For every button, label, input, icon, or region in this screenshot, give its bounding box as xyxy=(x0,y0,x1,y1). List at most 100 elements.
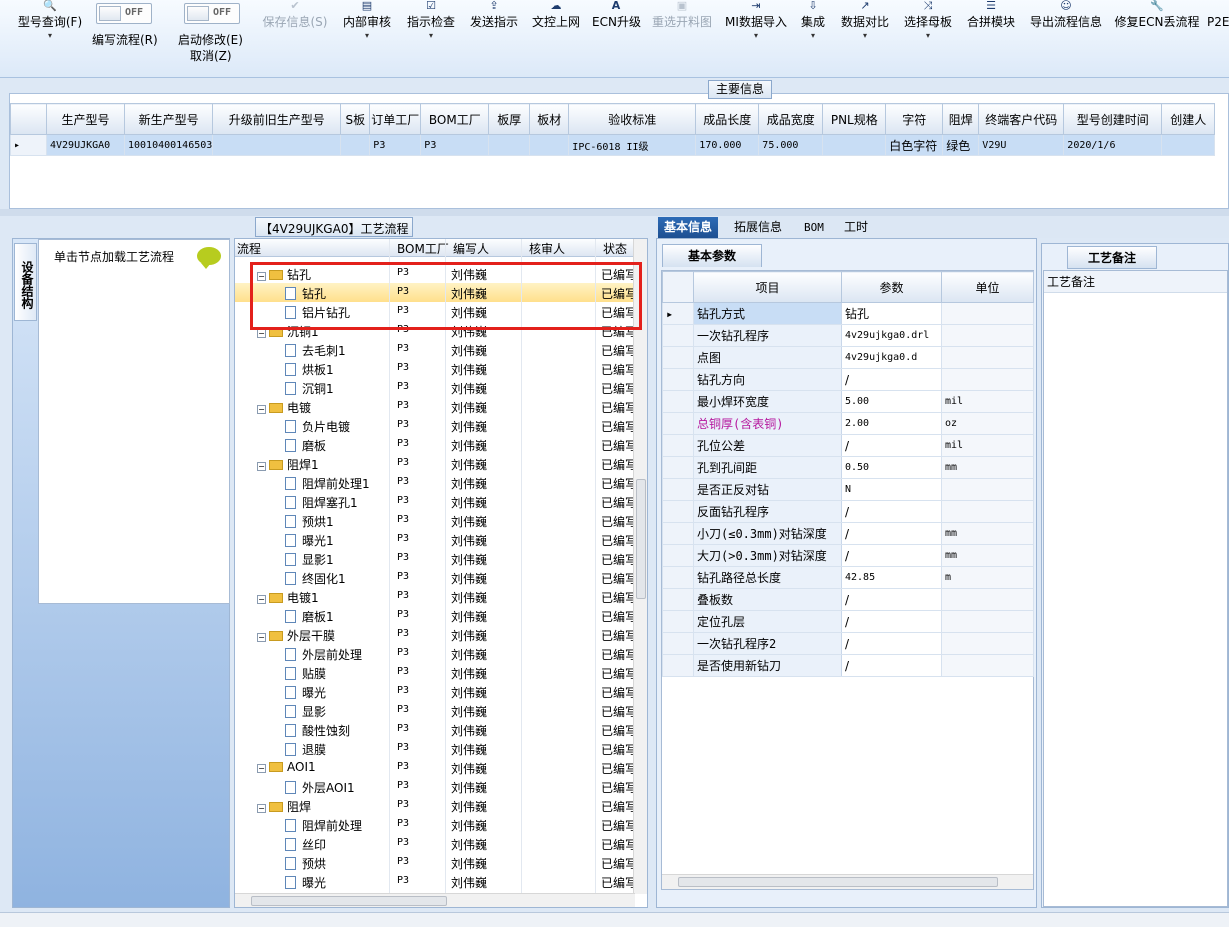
instruction-check-button[interactable]: ☑ 指示检查 ▾ xyxy=(404,0,458,64)
param-value[interactable]: / xyxy=(841,368,942,391)
main-col-header[interactable]: 订单工厂 xyxy=(369,103,422,135)
main-col-header[interactable]: 创建人 xyxy=(1161,103,1216,135)
param-row[interactable]: 点图 4v29ujkga0.d xyxy=(662,346,1034,369)
param-value[interactable]: 5.00 xyxy=(841,390,942,413)
remarks-box[interactable]: 工艺备注 xyxy=(1043,270,1228,907)
collapse-icon[interactable]: − xyxy=(257,595,266,604)
export-flow-button[interactable]: ☺ 导出流程信息 xyxy=(1028,0,1104,64)
param-row[interactable]: 定位孔层 / xyxy=(662,610,1034,633)
flow-tree-row[interactable]: 显影 P3 刘伟巍 已编写 xyxy=(235,701,635,720)
cancel-button[interactable]: 取消(Z) xyxy=(190,47,232,64)
flow-tree-row[interactable]: − 外层干膜 P3 刘伟巍 已编写 xyxy=(235,625,635,644)
main-info-row[interactable]: ▸ 4V29UJKGA0 10010400146503 P3 P3 IPC-6018 II… xyxy=(10,134,1216,156)
param-value[interactable]: N xyxy=(841,478,942,501)
main-col-header[interactable]: 升级前旧生产型号 xyxy=(212,103,342,135)
collapse-icon[interactable]: − xyxy=(257,329,266,338)
param-row[interactable]: 孔位公差 / mil xyxy=(662,434,1034,457)
param-value[interactable]: / xyxy=(841,434,942,457)
collapse-icon[interactable]: − xyxy=(257,462,266,471)
select-master-button[interactable]: ⤨ 选择母板 ▾ xyxy=(901,0,955,64)
flow-tree-hscroll[interactable] xyxy=(235,893,635,907)
main-col-header[interactable]: 板材 xyxy=(529,103,570,135)
main-col-header[interactable]: 成品宽度 xyxy=(758,103,824,135)
param-value[interactable]: / xyxy=(841,544,942,567)
flow-tree-row[interactable]: 曝光1 P3 刘伟巍 已编写 xyxy=(235,530,635,549)
main-col-header[interactable]: 型号创建时间 xyxy=(1063,103,1163,135)
flow-tree-row[interactable]: 负片电镀 P3 刘伟巍 已编写 xyxy=(235,416,635,435)
collapse-icon[interactable]: − xyxy=(257,764,266,773)
flow-tree-row[interactable]: 酸性蚀刻 P3 刘伟巍 已编写 xyxy=(235,720,635,739)
param-row[interactable]: 反面钻孔程序 / xyxy=(662,500,1034,523)
main-col-header[interactable]: 生产型号 xyxy=(46,103,125,135)
p2e-button[interactable]: P2E xyxy=(1207,0,1229,64)
collapse-icon[interactable]: − xyxy=(257,633,266,642)
equipment-structure-tab[interactable]: 设备结构 xyxy=(14,243,37,321)
flow-tree-row[interactable]: 磨板 P3 刘伟巍 已编写 xyxy=(235,435,635,454)
param-row[interactable]: 钻孔路径总长度 42.85 m xyxy=(662,566,1034,589)
flow-tree-row[interactable]: 终固化1 P3 刘伟巍 已编写 xyxy=(235,568,635,587)
param-value[interactable]: 0.50 xyxy=(841,456,942,479)
main-col-header[interactable]: BOM工厂 xyxy=(420,103,490,135)
flow-tree-row[interactable]: 阻焊塞孔1 P3 刘伟巍 已编写 xyxy=(235,492,635,511)
param-value[interactable]: / xyxy=(841,610,942,633)
flow-tree-row[interactable]: 预烘1 P3 刘伟巍 已编写 xyxy=(235,511,635,530)
send-instruction-button[interactable]: ⇪ 发送指示 xyxy=(467,0,521,64)
param-value[interactable]: / xyxy=(841,654,942,677)
flow-tree-row[interactable]: 烘板1 P3 刘伟巍 已编写 xyxy=(235,359,635,378)
param-row[interactable]: 是否使用新钻刀 / xyxy=(662,654,1034,677)
param-value[interactable]: 4v29ujkga0.drl xyxy=(841,324,942,347)
main-col-header[interactable]: 阻焊 xyxy=(942,103,980,135)
flow-tree-row[interactable]: 阻焊前处理 P3 刘伟巍 已编写 xyxy=(235,815,635,834)
param-row[interactable]: 大刀(>0.3mm)对钻深度 / mm xyxy=(662,544,1034,567)
flow-tree-row[interactable]: − 阻焊 P3 刘伟巍 已编写 xyxy=(235,796,635,815)
param-row[interactable]: 是否正反对钻 N xyxy=(662,478,1034,501)
model-query-button[interactable]: 🔍 型号查询(F) ▾ xyxy=(14,0,86,64)
param-value[interactable]: 2.00 xyxy=(841,412,942,435)
reselect-material-button[interactable]: ▣ 重选开料图 xyxy=(650,0,714,64)
flow-tree-row[interactable]: 显影1 P3 刘伟巍 已编写 xyxy=(235,549,635,568)
flow-tree-row[interactable]: 外层前处理 P3 刘伟巍 已编写 xyxy=(235,644,635,663)
flow-tree-row[interactable]: 曝光 P3 刘伟巍 已编写 xyxy=(235,682,635,701)
internal-review-button[interactable]: ▤ 内部审核 ▾ xyxy=(340,0,394,64)
main-col-header[interactable]: 新生产型号 xyxy=(123,103,214,135)
param-row[interactable]: 一次钻孔程序 4v29ujkga0.drl xyxy=(662,324,1034,347)
main-col-header[interactable]: 验收标准 xyxy=(568,103,697,135)
main-col-header[interactable]: PNL规格 xyxy=(822,103,887,135)
flow-tree-row[interactable]: 预烘 P3 刘伟巍 已编写 xyxy=(235,853,635,872)
param-row[interactable]: 孔到孔间距 0.50 mm xyxy=(662,456,1034,479)
params-hscroll[interactable] xyxy=(662,874,1033,889)
param-value[interactable]: / xyxy=(841,500,942,523)
param-value[interactable]: / xyxy=(841,522,942,545)
param-value[interactable]: 4v29ujkga0.d xyxy=(841,346,942,369)
param-value[interactable]: / xyxy=(841,588,942,611)
flow-tree-row[interactable]: − 阻焊1 P3 刘伟巍 已编写 xyxy=(235,454,635,473)
fix-ecn-flow-button[interactable]: 🔧 修复ECN丢流程 xyxy=(1114,0,1200,64)
mi-import-button[interactable]: ⇥ MI数据导入 ▾ xyxy=(724,0,788,64)
flow-tree-row[interactable]: 去毛刺1 P3 刘伟巍 已编写 xyxy=(235,340,635,359)
flow-tree-row[interactable]: 退膜 P3 刘伟巍 已编写 xyxy=(235,739,635,758)
flow-tree-row[interactable]: − 电镀 P3 刘伟巍 已编写 xyxy=(235,397,635,416)
flow-tree-row[interactable]: 阻焊前处理1 P3 刘伟巍 已编写 xyxy=(235,473,635,492)
flow-tree-row[interactable]: − AOI1 P3 刘伟巍 已编写 xyxy=(235,758,635,777)
flow-tree-row[interactable]: 外层AOI1 P3 刘伟巍 已编写 xyxy=(235,777,635,796)
basic-params-tab[interactable]: 基本参数 xyxy=(662,244,762,267)
main-col-header[interactable]: 成品长度 xyxy=(695,103,760,135)
param-row[interactable]: ▸ 钻孔方式 钻孔 xyxy=(662,302,1034,325)
collapse-icon[interactable]: − xyxy=(257,804,266,813)
param-row[interactable]: 一次钻孔程序2/ xyxy=(662,632,1034,655)
doc-upload-button[interactable]: ☁ 文控上网 xyxy=(529,0,583,64)
param-row[interactable]: 叠板数 / xyxy=(662,588,1034,611)
edit-flow-toggle[interactable]: OFF xyxy=(96,3,152,24)
tab-bom[interactable]: BOM xyxy=(798,217,830,238)
flow-tree-vscroll[interactable] xyxy=(633,239,647,894)
data-compare-button[interactable]: ↗ 数据对比 ▾ xyxy=(838,0,892,64)
param-value[interactable]: 42.85 xyxy=(841,566,942,589)
param-row[interactable]: 最小焊环宽度 5.00 mil xyxy=(662,390,1034,413)
integrate-button[interactable]: ⇩ 集成 ▾ xyxy=(798,0,828,64)
param-row[interactable]: 总铜厚(含表铜) 2.00 oz xyxy=(662,412,1034,435)
flow-tree-row[interactable]: 曝光 P3 刘伟巍 已编写 xyxy=(235,872,635,891)
main-col-header[interactable]: S板 xyxy=(340,103,371,135)
equipment-tree[interactable]: 单击节点加载工艺流程 xyxy=(38,239,230,604)
flow-tree-row[interactable]: − 电镀1 P3 刘伟巍 已编写 xyxy=(235,587,635,606)
collapse-icon[interactable]: − xyxy=(257,405,266,414)
